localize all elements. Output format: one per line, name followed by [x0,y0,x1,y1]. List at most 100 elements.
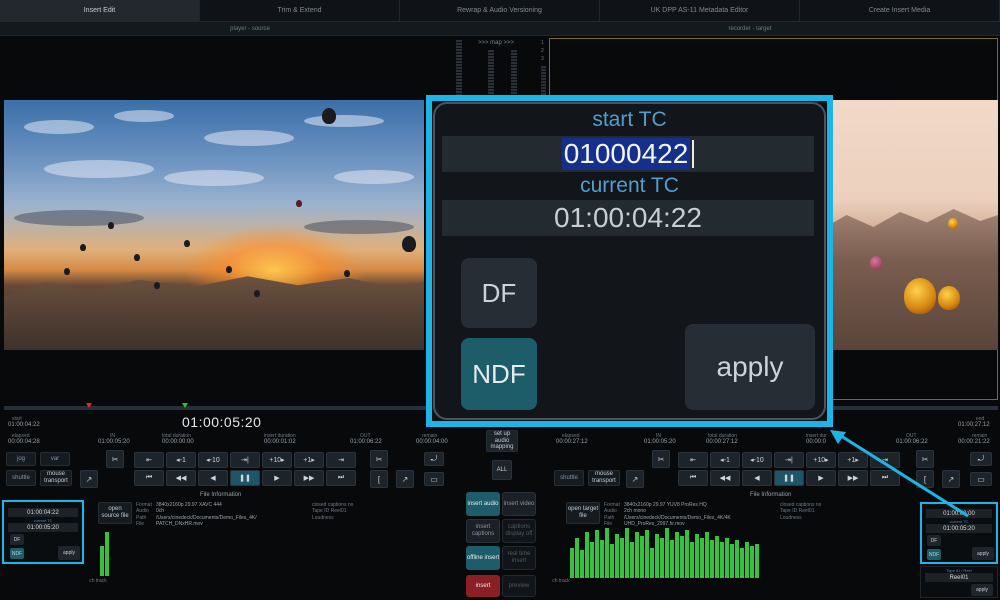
insert-button[interactable]: insert [466,575,500,597]
player-total-duration: 00:00:00:00 [162,439,194,445]
cut-all-button[interactable]: ALL [492,460,512,480]
player-next-button[interactable]: ⏭ [326,470,356,486]
audio-meter-left [456,40,462,100]
player-go-in-button[interactable]: ⇥| [230,452,260,468]
player-go-end-button[interactable]: ⇥ [326,452,356,468]
recorder-go-in-button[interactable]: ⇥| [774,452,804,468]
player-tc-panel-start[interactable]: 01:00:04:22 [8,508,78,517]
player-go-out-icon[interactable]: ↗ [396,470,414,488]
tab-trim-extend[interactable]: Trim & Extend [200,0,400,21]
insert-audio-button[interactable]: insert audio [466,492,500,516]
callout-arrow [830,430,969,518]
player-expand-icon[interactable]: ↗ [80,470,98,488]
tab-create-insert-media[interactable]: Create Insert Media [800,0,1000,21]
recorder-go-start-button[interactable]: ⇤ [678,452,708,468]
player-current-tc: 01:00:05:20 [182,414,262,430]
open-target-file-button[interactable]: open target file [566,502,600,524]
recorder-video-preview[interactable] [820,100,998,350]
recorder-cut-in-icon[interactable]: ✂ [652,450,670,468]
player-insert-duration: 00:00:01:02 [264,439,296,445]
audio-meter-map-2 [511,50,517,100]
recorder-expand-icon[interactable]: ↗ [626,470,644,488]
player-reverse-play-button[interactable]: ◀ [198,470,228,486]
zoom-start-tc-label: start TC [592,108,667,131]
player-mouse-transport-button[interactable]: mouse transport [40,470,72,486]
captions-display-off-button[interactable]: captions display off [502,519,536,543]
player-loop-icon[interactable]: ⤾ [424,452,444,466]
real-time-insert-button[interactable]: real time insert [502,546,536,570]
recorder-target-header: recorder - target [500,22,1000,36]
zoom-ndf-button[interactable]: NDF [461,338,537,410]
recorder-tc-ndf-button[interactable]: NDF [927,549,941,560]
text-caret [692,140,695,168]
timeline-in-marker[interactable] [86,403,92,408]
map-number-3: 3 [541,56,544,62]
player-cut-in-icon[interactable]: ✂ [106,450,124,468]
player-file-info-values: 3840x2160p 29.97 XAVC 444 0ch /Users/cin… [156,502,257,527]
player-mark-out-icon[interactable]: [ [370,470,388,488]
zoom-current-tc-value: 01:00:04:22 [442,200,814,236]
player-pause-button[interactable]: ❚❚ [230,470,260,486]
zoom-start-tc-input[interactable]: 01000422 [442,136,814,172]
recorder-tc-apply-button[interactable]: apply [972,547,994,560]
recorder-rewind-button[interactable]: ◀◀ [710,470,740,486]
player-step-back-10-button[interactable]: ◂-10 [198,452,228,468]
open-source-file-button[interactable]: open source file [98,502,132,524]
tab-rewrap-audio[interactable]: Rewrap & Audio Versioning [400,0,600,21]
player-tc-df-button[interactable]: DF [10,534,24,545]
recorder-file-info-title: File Information [750,492,792,498]
mode-tab-bar: Insert Edit Trim & Extend Rewrap & Audio… [0,0,1000,22]
player-jog-button[interactable]: jog [6,452,36,466]
player-view-icon[interactable]: ▭ [424,472,444,486]
player-step-back-1-button[interactable]: ◂-1 [166,452,196,468]
recorder-step-back-10-button[interactable]: ◂-10 [742,452,772,468]
player-start-tc: 01:00:04:22 [8,422,40,428]
player-shuttle-button[interactable]: shuttle [6,470,36,486]
player-tc-apply-button[interactable]: apply [58,546,80,560]
insert-captions-button[interactable]: insert captions [466,519,500,543]
zoom-apply-button[interactable]: apply [685,324,815,410]
recorder-mouse-transport-button[interactable]: mouse transport [588,470,620,486]
player-video-preview[interactable] [4,100,424,350]
tab-as11-metadata[interactable]: UK DPP AS-11 Metadata Editor [600,0,800,21]
recorder-prev-button[interactable]: ⏮ [678,470,708,486]
recorder-track-label: ch track [552,578,570,584]
player-fast-forward-button[interactable]: ▶▶ [294,470,324,486]
recorder-tape-id-panel: Tape ID / Reel Reel01 apply [920,566,998,598]
player-step-fwd-1-button[interactable]: +1▸ [294,452,324,468]
recorder-audio-meters [570,526,760,578]
map-number-1: 1 [541,40,544,46]
recorder-reverse-play-button[interactable]: ◀ [742,470,772,486]
player-out-tc: 01:00:06:22 [350,439,382,445]
player-remain-tc: 00:00:04:00 [416,439,448,445]
player-track-label: ch track [89,578,107,584]
insert-video-button[interactable]: insert video [502,492,536,516]
player-prev-button[interactable]: ⏮ [134,470,164,486]
tape-id-apply-button[interactable]: apply [971,584,993,596]
preview-button[interactable]: preview [502,575,536,597]
player-play-button[interactable]: ▶ [262,470,292,486]
timeline-playhead-marker[interactable] [182,403,188,408]
recorder-shuttle-button[interactable]: shuttle [554,470,584,486]
tape-id-input[interactable]: Reel01 [925,573,993,582]
cut-all-label: ALL [496,467,508,473]
zoom-df-button[interactable]: DF [461,258,537,328]
offline-insert-button[interactable]: offline insert [466,546,500,570]
zoom-start-tc-value: 01000422 [561,138,691,170]
player-step-fwd-10-button[interactable]: +10▸ [262,452,292,468]
setup-audio-mapping-button[interactable]: set up audio mapping [486,430,518,452]
recorder-in-tc: 01:00:05:20 [644,439,676,445]
player-tc-ndf-button[interactable]: NDF [10,548,24,559]
player-cut-out-icon[interactable]: ✂ [370,450,388,468]
player-tc-panel: 01:00:04:22 current TC 01:00:05:20 DF ND… [2,500,84,564]
player-rewind-button[interactable]: ◀◀ [166,470,196,486]
recorder-tc-df-button[interactable]: DF [927,535,941,546]
zoom-current-tc-label: current TC [580,174,679,197]
recorder-total-duration: 00:00:27:12 [706,439,738,445]
player-var-button[interactable]: var [40,452,70,466]
player-source-header: player - source [0,22,500,36]
player-go-start-button[interactable]: ⇤ [134,452,164,468]
recorder-pause-button[interactable]: ❚❚ [774,470,804,486]
recorder-step-back-1-button[interactable]: ◂-1 [710,452,740,468]
tab-insert-edit[interactable]: Insert Edit [0,0,200,21]
